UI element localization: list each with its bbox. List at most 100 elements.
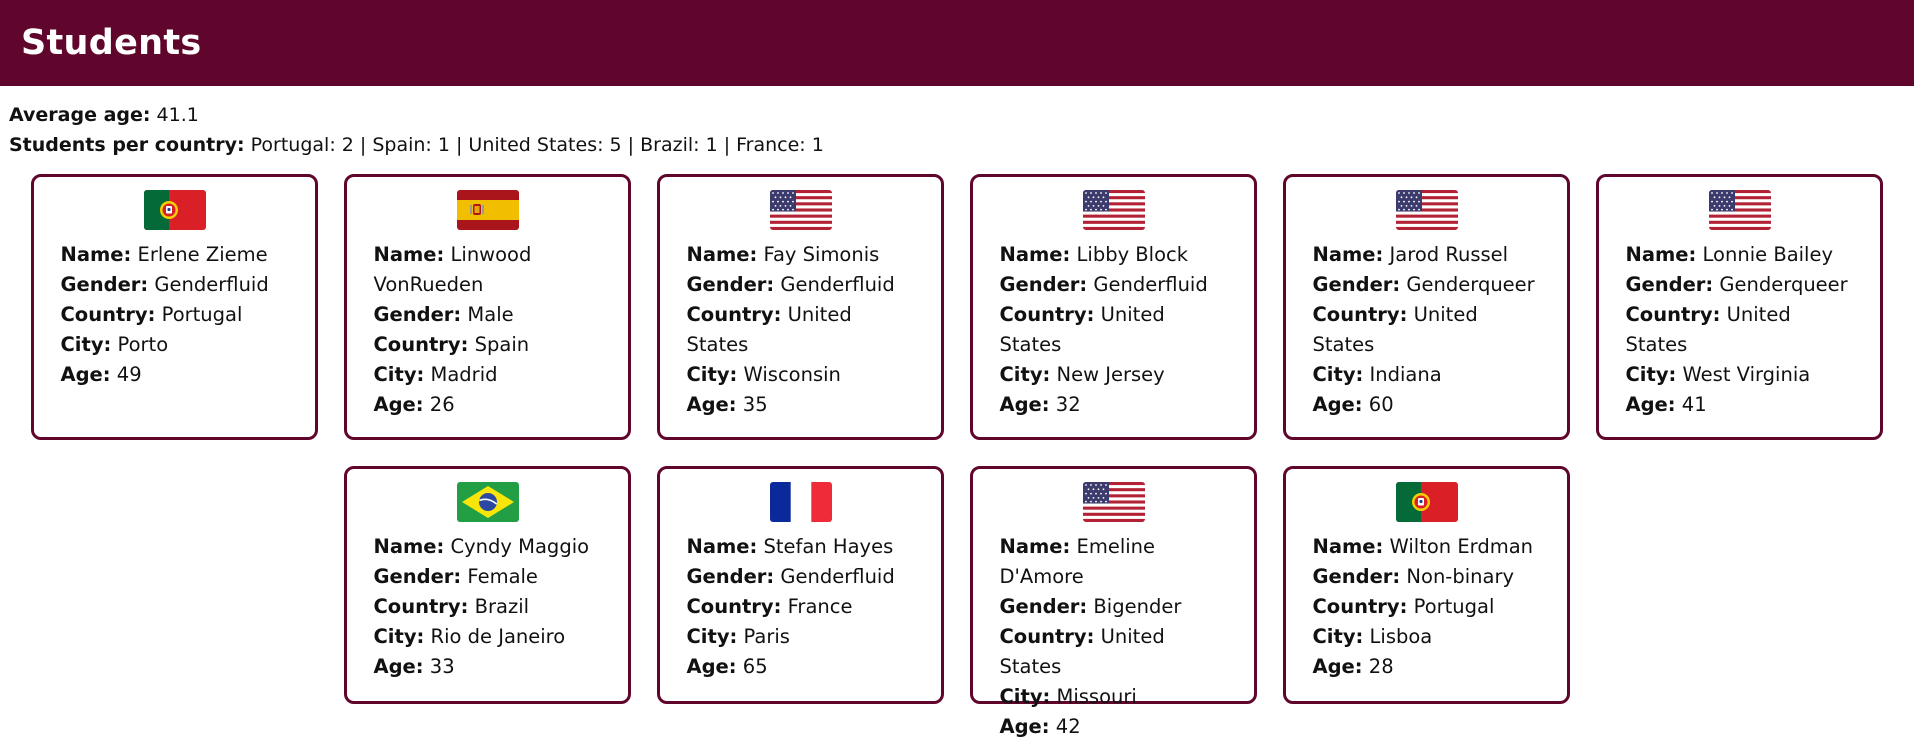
student-age-value: 33 bbox=[429, 655, 455, 678]
student-country-row: Country: United States bbox=[1000, 622, 1228, 682]
student-city-value: Madrid bbox=[430, 363, 498, 386]
student-name-label: Name: bbox=[686, 243, 758, 266]
student-name-row: Name: Stefan Hayes bbox=[687, 532, 915, 562]
student-info: Name: Fay Simonis Gender: Genderfluid Coun… bbox=[687, 240, 915, 420]
student-city-label: City: bbox=[999, 363, 1051, 386]
student-age-row: Age: 42 bbox=[1000, 712, 1228, 742]
student-gender-label: Gender: bbox=[686, 273, 775, 296]
student-country-label: Country: bbox=[686, 595, 782, 618]
student-name-row: Name: Fay Simonis bbox=[687, 240, 915, 270]
student-age-label: Age: bbox=[1312, 393, 1363, 416]
student-gender-value: Male bbox=[467, 303, 514, 326]
student-country-row: Country: Portugal bbox=[61, 300, 289, 330]
student-card: Name: Stefan Hayes Gender: Genderfluid Cou… bbox=[657, 466, 944, 704]
student-name-label: Name: bbox=[373, 535, 445, 558]
student-info: Name: Wilton Erdman Gender: Non-binary Cou… bbox=[1313, 532, 1541, 682]
student-gender-value: Genderfluid bbox=[1093, 273, 1208, 296]
student-city-value: Missouri bbox=[1056, 685, 1137, 708]
student-gender-row: Gender: Genderfluid bbox=[687, 562, 915, 592]
student-age-row: Age: 28 bbox=[1313, 652, 1541, 682]
student-gender-label: Gender: bbox=[999, 595, 1088, 618]
average-age-line: Average age: 41.1 bbox=[9, 100, 1914, 130]
student-gender-row: Gender: Genderqueer bbox=[1626, 270, 1854, 300]
student-age-value: 35 bbox=[742, 393, 768, 416]
student-gender-row: Gender: Non-binary bbox=[1313, 562, 1541, 592]
student-name-row: Name: Lonnie Bailey bbox=[1626, 240, 1854, 270]
student-country-label: Country: bbox=[60, 303, 156, 326]
student-gender-label: Gender: bbox=[1312, 565, 1401, 588]
student-age-row: Age: 49 bbox=[61, 360, 289, 390]
student-gender-row: Gender: Genderfluid bbox=[1000, 270, 1228, 300]
student-city-label: City: bbox=[1312, 363, 1364, 386]
student-country-label: Country: bbox=[686, 303, 782, 326]
student-age-row: Age: 41 bbox=[1626, 390, 1854, 420]
student-country-value: Portugal bbox=[161, 303, 243, 326]
student-age-value: 42 bbox=[1055, 715, 1081, 738]
student-age-label: Age: bbox=[1312, 655, 1363, 678]
student-gender-row: Gender: Male bbox=[374, 300, 602, 330]
student-name-label: Name: bbox=[1312, 243, 1384, 266]
brazil-flag-icon bbox=[456, 482, 519, 522]
student-name-row: Name: Erlene Zieme bbox=[61, 240, 289, 270]
student-city-value: Wisconsin bbox=[743, 363, 841, 386]
student-name-row: Name: Jarod Russel bbox=[1313, 240, 1541, 270]
student-gender-row: Gender: Female bbox=[374, 562, 602, 592]
student-gender-label: Gender: bbox=[686, 565, 775, 588]
student-card: Name: Emeline D'Amore Gender: Bigender Cou… bbox=[970, 466, 1257, 738]
student-gender-row: Gender: Genderfluid bbox=[687, 270, 915, 300]
student-name-label: Name: bbox=[60, 243, 132, 266]
student-country-row: Country: Brazil bbox=[374, 592, 602, 622]
student-gender-value: Genderfluid bbox=[780, 273, 895, 296]
student-card: Name: Jarod Russel Gender: Genderqueer Cou… bbox=[1283, 174, 1570, 440]
student-age-row: Age: 33 bbox=[374, 652, 602, 682]
student-city-label: City: bbox=[1312, 625, 1364, 648]
student-card: Name: Cyndy Maggio Gender: Female Country:… bbox=[344, 466, 631, 704]
student-gender-value: Non-binary bbox=[1406, 565, 1514, 588]
student-info: Name: Libby Block Gender: Genderfluid Coun… bbox=[1000, 240, 1228, 420]
student-card-grid: Name: Erlene Zieme Gender: Genderfluid Cou… bbox=[0, 160, 1914, 738]
page-title: Students bbox=[21, 23, 202, 63]
student-gender-row: Gender: Genderfluid bbox=[61, 270, 289, 300]
student-city-row: City: West Virginia bbox=[1626, 360, 1854, 390]
student-age-value: 41 bbox=[1681, 393, 1707, 416]
student-gender-label: Gender: bbox=[1312, 273, 1401, 296]
student-age-value: 65 bbox=[742, 655, 768, 678]
student-name-label: Name: bbox=[1312, 535, 1384, 558]
student-info: Name: Emeline D'Amore Gender: Bigender Cou… bbox=[1000, 532, 1228, 742]
student-city-row: City: New Jersey bbox=[1000, 360, 1228, 390]
student-name-value: Erlene Zieme bbox=[137, 243, 268, 266]
student-age-label: Age: bbox=[1625, 393, 1676, 416]
student-gender-value: Female bbox=[467, 565, 538, 588]
student-card: Name: Wilton Erdman Gender: Non-binary Cou… bbox=[1283, 466, 1570, 704]
student-country-label: Country: bbox=[999, 625, 1095, 648]
student-name-value: Cyndy Maggio bbox=[450, 535, 590, 558]
student-age-label: Age: bbox=[60, 363, 111, 386]
student-gender-value: Genderqueer bbox=[1719, 273, 1848, 296]
student-gender-value: Bigender bbox=[1093, 595, 1182, 618]
united-states-flag-icon bbox=[1708, 190, 1771, 230]
united-states-flag-icon bbox=[1395, 190, 1458, 230]
student-country-row: Country: United States bbox=[687, 300, 915, 360]
student-country-row: Country: France bbox=[687, 592, 915, 622]
student-age-row: Age: 32 bbox=[1000, 390, 1228, 420]
stats-summary: Average age: 41.1 Students per country: … bbox=[0, 86, 1914, 160]
student-card: Name: Lonnie Bailey Gender: Genderqueer Co… bbox=[1596, 174, 1883, 440]
page-header: Students bbox=[0, 0, 1914, 86]
student-info: Name: Cyndy Maggio Gender: Female Country:… bbox=[374, 532, 602, 682]
student-country-label: Country: bbox=[1625, 303, 1721, 326]
student-city-value: Rio de Janeiro bbox=[430, 625, 566, 648]
student-name-row: Name: Linwood VonRueden bbox=[374, 240, 602, 300]
student-name-label: Name: bbox=[373, 243, 445, 266]
student-name-value: Jarod Russel bbox=[1389, 243, 1509, 266]
student-city-value: New Jersey bbox=[1056, 363, 1165, 386]
student-info: Name: Linwood VonRueden Gender: Male Count… bbox=[374, 240, 602, 420]
student-city-label: City: bbox=[686, 625, 738, 648]
student-city-label: City: bbox=[686, 363, 738, 386]
student-name-row: Name: Cyndy Maggio bbox=[374, 532, 602, 562]
student-card: Name: Erlene Zieme Gender: Genderfluid Cou… bbox=[31, 174, 318, 440]
student-card: Name: Fay Simonis Gender: Genderfluid Coun… bbox=[657, 174, 944, 440]
student-city-row: City: Missouri bbox=[1000, 682, 1228, 712]
students-per-country-label: Students per country: bbox=[9, 134, 245, 156]
student-city-value: Paris bbox=[743, 625, 790, 648]
student-country-value: Portugal bbox=[1413, 595, 1495, 618]
